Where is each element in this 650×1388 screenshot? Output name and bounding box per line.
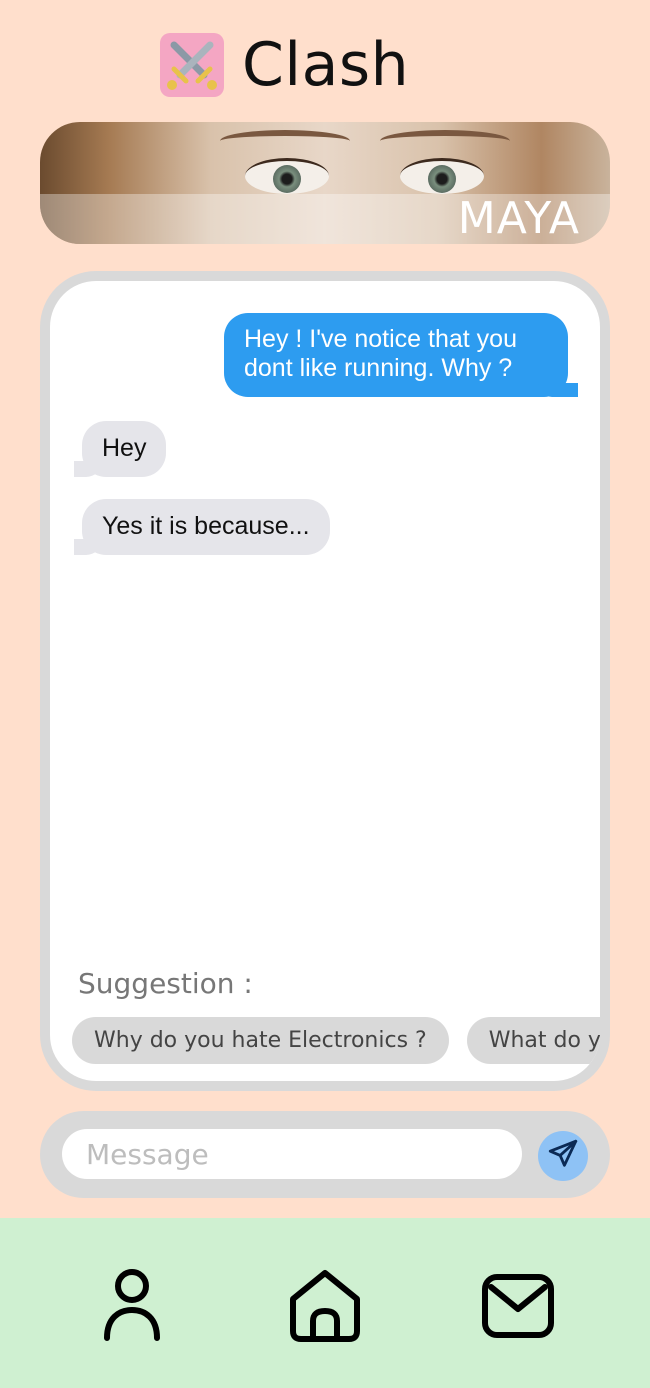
message-input[interactable] (62, 1129, 522, 1179)
app-header: Clash (160, 30, 409, 100)
mail-icon (481, 1273, 555, 1344)
paper-plane-icon (546, 1137, 580, 1176)
profile-banner[interactable]: MAYA (40, 122, 610, 244)
suggestion-chip[interactable]: Why do you hate Electronics ? (72, 1017, 449, 1064)
nav-home-button[interactable] (285, 1268, 365, 1348)
photo-detail (380, 130, 510, 152)
incoming-message: Hey (73, 421, 167, 477)
photo-detail (400, 158, 484, 194)
suggestion-label: Suggestion : (78, 967, 253, 1000)
outgoing-message: Hey ! I've notice that you dont like run… (224, 313, 578, 397)
nav-profile-button[interactable] (92, 1268, 172, 1348)
photo-detail (245, 158, 329, 194)
chat-panel: Hey ! I've notice that you dont like run… (40, 271, 610, 1091)
profile-name: MAYA (457, 193, 580, 244)
photo-detail (220, 130, 350, 152)
chat-thread[interactable]: Hey ! I've notice that you dont like run… (50, 281, 600, 1081)
app-root: Clash MAYA Hey ! I've notice that you do… (0, 0, 650, 1388)
app-title: Clash (242, 30, 410, 100)
home-icon (287, 1269, 363, 1348)
message-composer (40, 1111, 610, 1198)
send-button[interactable] (538, 1131, 588, 1181)
suggestion-chip[interactable]: What do you (466, 1017, 600, 1064)
nav-messages-button[interactable] (478, 1268, 558, 1348)
suggestion-chips: Why do you hate Electronics ? What do yo… (72, 1017, 600, 1064)
incoming-message: Yes it is because... (74, 499, 330, 555)
bottom-nav (0, 1218, 650, 1388)
user-icon (102, 1268, 162, 1349)
crossed-swords-icon (160, 33, 224, 97)
